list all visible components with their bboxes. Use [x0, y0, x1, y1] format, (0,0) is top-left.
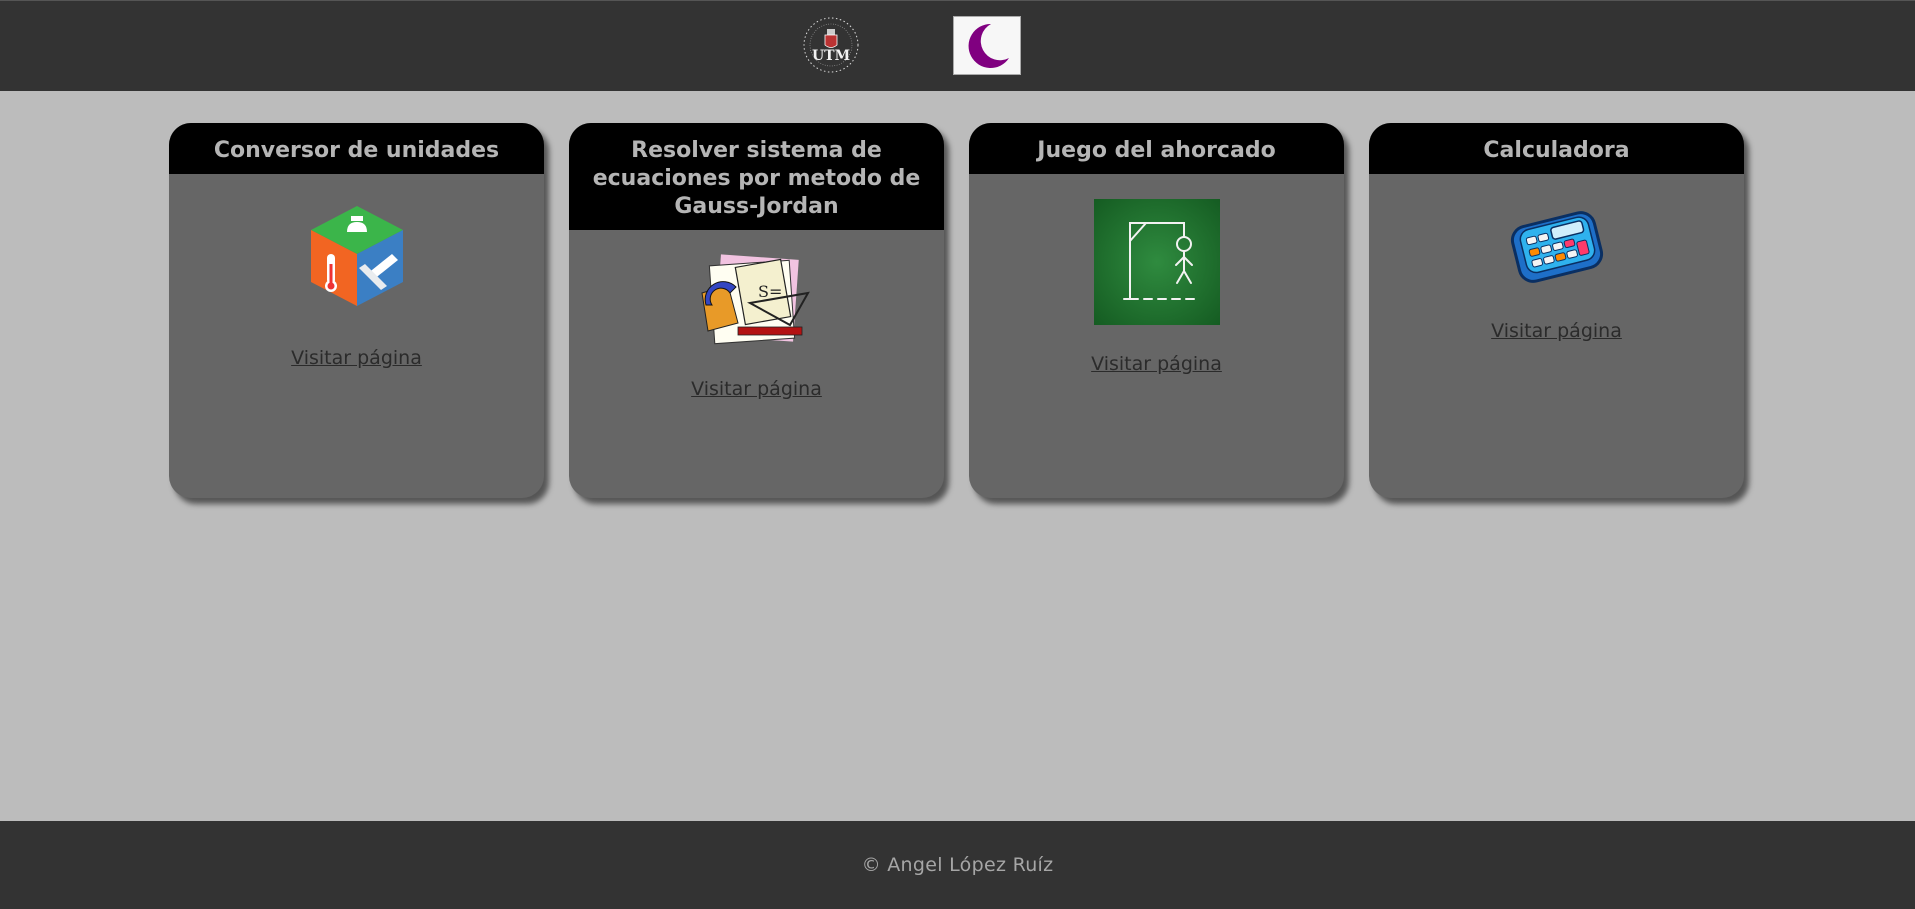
visit-page-link[interactable]: Visitar página — [169, 347, 544, 369]
visit-page-link[interactable]: Visitar página — [969, 353, 1344, 375]
top-bar: UTM — [0, 0, 1915, 91]
moon-icon — [968, 23, 1009, 68]
card-title: Conversor de unidades — [169, 123, 544, 174]
card-title: Juego del ahorcado — [969, 123, 1344, 174]
calculator-icon — [1510, 211, 1603, 283]
card-unit-converter: Conversor de unidades Visitar página — [169, 123, 544, 498]
card-title: Resolver sistema de ecuaciones por metod… — [569, 123, 944, 230]
footer: © Angel López Ruíz — [0, 821, 1915, 909]
hangman-chalkboard-icon — [1093, 199, 1220, 325]
unit-converter-cube-icon — [310, 206, 403, 306]
visit-page-link[interactable]: Visitar página — [1369, 320, 1744, 342]
university-logo[interactable]: UTM — [801, 15, 861, 75]
theme-toggle-button[interactable] — [953, 16, 1021, 75]
card-calculator: Calculadora Visitar página — [1369, 123, 1744, 498]
math-geometry-tools-icon: S= — [700, 254, 810, 345]
card-title: Calculadora — [1369, 123, 1744, 174]
card-gauss-jordan: Resolver sistema de ecuaciones por metod… — [569, 123, 944, 498]
card-hangman: Juego del ahorcado Visitar página — [969, 123, 1344, 498]
visit-page-link[interactable]: Visitar página — [569, 378, 944, 400]
copyright-text: © Angel López Ruíz — [861, 854, 1054, 876]
logo-text: UTM — [812, 48, 850, 64]
